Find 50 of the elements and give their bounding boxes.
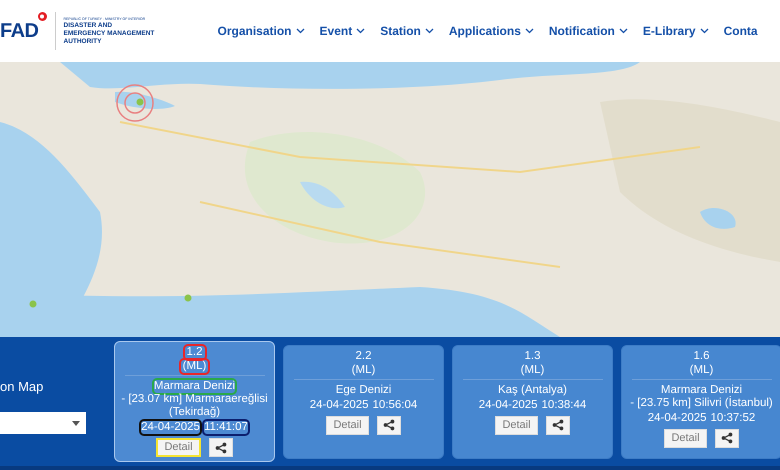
location-text: Marmara Denizi bbox=[660, 384, 742, 396]
caret-down-icon bbox=[72, 420, 80, 426]
flag-badge-icon bbox=[38, 12, 46, 21]
location-text: - [23.07 km] Marmaraereğlisi (Tekirdağ) bbox=[121, 393, 268, 419]
magnitude-scale: (ML) bbox=[688, 364, 714, 376]
magnitude-text: 1.6 bbox=[692, 350, 710, 362]
event-card[interactable]: 1.3 (ML) Kaş (Antalya) 24-04-2025 10:38:44 Detail bbox=[452, 344, 613, 458]
share-icon bbox=[214, 442, 227, 454]
nav-link[interactable]: Notification bbox=[548, 22, 628, 40]
time-text: 10:37:52 bbox=[710, 412, 756, 424]
detail-button[interactable]: Detail bbox=[326, 416, 369, 434]
date-text: 24-04-2025 bbox=[648, 412, 707, 424]
magnitude-scale: (ML) bbox=[520, 364, 546, 376]
map-select[interactable] bbox=[0, 412, 86, 434]
nav-link[interactable]: Station bbox=[380, 22, 434, 40]
location-text: Kaş (Antalya) bbox=[498, 384, 568, 396]
share-button[interactable] bbox=[546, 416, 570, 434]
event-card[interactable]: 2.2 (ML) Ege Denizi 24-04-2025 10:56:04 Detail bbox=[283, 344, 444, 458]
event-card[interactable]: 1.2 (ML) Marmara Denizi - [23.07 km] Marmaraereğlisi (Tekirdağ) 24-04-2025 11:41:07 Detail bbox=[114, 341, 275, 462]
time-text: 11:41:07 bbox=[204, 421, 248, 434]
panel-label: on Map bbox=[0, 378, 44, 396]
detail-button[interactable]: Detail bbox=[664, 428, 707, 448]
magnitude-scale: (ML) bbox=[350, 364, 376, 376]
share-icon bbox=[720, 432, 733, 444]
time-text: 10:56:04 bbox=[372, 398, 418, 412]
date-text: 24-04-2025 bbox=[141, 421, 200, 434]
share-button[interactable] bbox=[714, 428, 739, 448]
nav-link[interactable]: Conta bbox=[724, 22, 758, 40]
magnitude-scale: (ML) bbox=[180, 360, 208, 373]
nav-link[interactable]: E-Library bbox=[642, 22, 709, 40]
share-icon bbox=[382, 419, 395, 431]
event-card[interactable]: 1.6 (ML) Marmara Denizi - [23.75 km] Silivri (İstanbul) 24-04-2025 10:37:52 Detail bbox=[621, 344, 780, 458]
share-button[interactable] bbox=[208, 438, 233, 457]
location-text: Ege Denizi bbox=[336, 384, 392, 396]
share-button[interactable] bbox=[376, 416, 401, 434]
logo-text: FAD bbox=[0, 20, 38, 42]
nav-link[interactable]: Applications bbox=[448, 22, 534, 40]
date-text: 24-04-2025 bbox=[478, 398, 538, 412]
time-text: 10:38:44 bbox=[542, 398, 586, 412]
date-text: 24-04-2025 bbox=[310, 398, 369, 412]
detail-button[interactable]: Detail bbox=[495, 416, 538, 434]
nav-link[interactable]: Event bbox=[320, 22, 366, 40]
magnitude-text: 1.2 bbox=[184, 346, 204, 359]
magnitude-text: 1.3 bbox=[524, 350, 542, 362]
nav-link[interactable]: Organisation bbox=[218, 22, 305, 40]
location-text: Marmara Denizi bbox=[154, 380, 236, 393]
magnitude-text: 2.2 bbox=[354, 350, 372, 362]
detail-button[interactable]: Detail bbox=[156, 438, 201, 457]
location-text: - [23.75 km] Silivri (İstanbul) bbox=[630, 396, 773, 410]
share-icon bbox=[552, 419, 564, 431]
